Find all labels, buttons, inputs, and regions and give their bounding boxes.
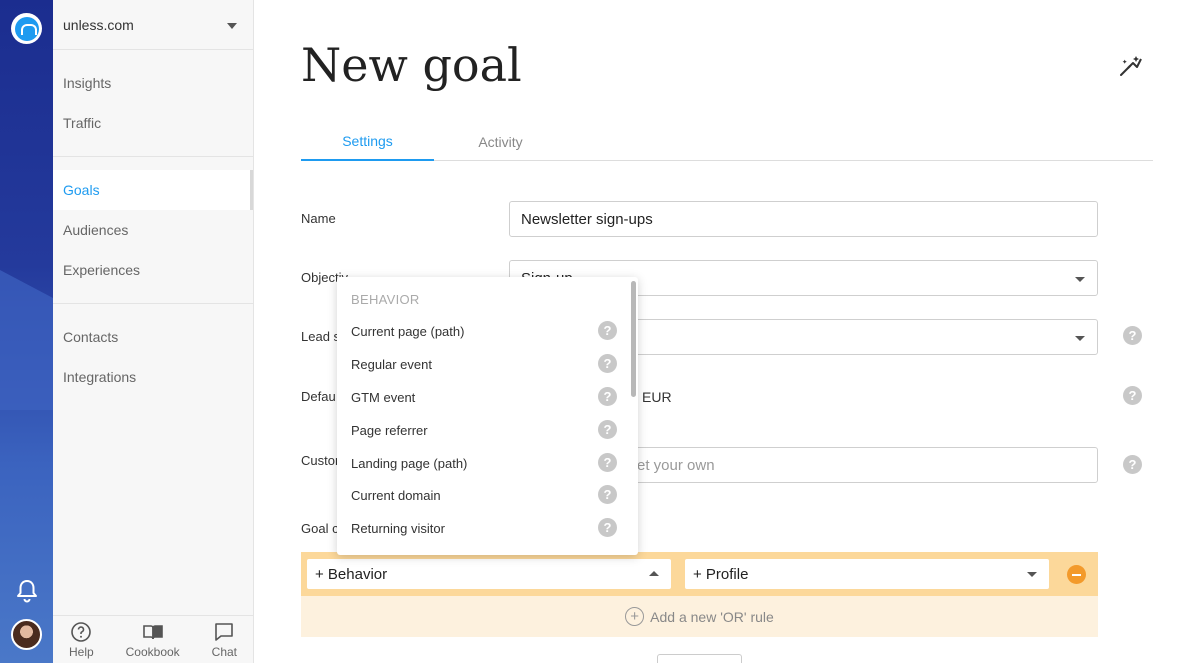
- sidebar-footer: Help Cookbook Chat: [53, 615, 253, 663]
- dropdown-item-regular-event[interactable]: Regular event ?: [351, 354, 617, 374]
- magic-wand-icon[interactable]: [1119, 55, 1143, 77]
- custom-label: Custor: [301, 453, 340, 468]
- dropdown-item-label: Current domain: [351, 487, 441, 503]
- avatar[interactable]: [11, 619, 42, 650]
- sidebar-item-integrations[interactable]: Integrations: [53, 357, 253, 397]
- dropdown-item-landing-page[interactable]: Landing page (path) ?: [351, 453, 617, 473]
- nav-group-analytics: Insights Traffic: [53, 50, 253, 157]
- lead-score-label: Lead s: [301, 329, 341, 344]
- name-label: Name: [301, 211, 336, 226]
- help-icon[interactable]: ?: [1123, 455, 1142, 474]
- dropdown-item-label: Returning visitor: [351, 520, 445, 536]
- nav-group-data: Contacts Integrations: [53, 304, 253, 410]
- rail-decoration: [0, 270, 53, 410]
- help-icon[interactable]: ?: [598, 518, 617, 537]
- profile-select[interactable]: + Profile: [685, 559, 1049, 589]
- help-icon[interactable]: ?: [598, 321, 617, 340]
- add-or-rule-label: Add a new 'OR' rule: [650, 608, 774, 625]
- help-icon[interactable]: ?: [1123, 386, 1142, 405]
- name-value: Newsletter sign-ups: [521, 210, 653, 228]
- behavior-select[interactable]: + Behavior: [307, 559, 671, 589]
- sidebar: unless.com Insights Traffic Goals Audien…: [53, 0, 254, 663]
- dropdown-item-current-page[interactable]: Current page (path) ?: [351, 321, 617, 341]
- plus-circle-icon: +: [625, 607, 645, 626]
- help-label: Help: [68, 644, 94, 659]
- dropdown-item-label: Page referrer: [351, 422, 428, 438]
- name-field[interactable]: Newsletter sign-ups: [509, 201, 1098, 237]
- dropdown-item-label: GTM event: [351, 389, 416, 405]
- chevron-up-icon: [649, 571, 659, 576]
- app-rail: [0, 0, 53, 663]
- dropdown-item-gtm-event[interactable]: GTM event ?: [351, 387, 617, 407]
- help-icon: [71, 621, 92, 642]
- cookbook-button[interactable]: Cookbook: [126, 621, 180, 659]
- dropdown-header: BEHAVIOR: [351, 292, 420, 307]
- chat-button[interactable]: Chat: [212, 621, 237, 659]
- dropdown-item-label: Regular event: [351, 356, 432, 372]
- currency-value: EUR: [642, 389, 672, 405]
- book-icon: [142, 624, 163, 639]
- sidebar-item-insights[interactable]: Insights: [53, 63, 253, 103]
- sidebar-item-traffic[interactable]: Traffic: [53, 103, 253, 143]
- tab-settings[interactable]: Settings: [301, 122, 434, 161]
- help-icon[interactable]: ?: [598, 485, 617, 504]
- help-icon[interactable]: ?: [598, 354, 617, 373]
- default-value-label: Defau: [301, 389, 336, 404]
- chevron-down-icon: [227, 23, 237, 29]
- help-icon[interactable]: ?: [598, 453, 617, 472]
- dropdown-item-label: Landing page (path): [351, 455, 468, 471]
- sidebar-item-experiences[interactable]: Experiences: [53, 250, 253, 290]
- dropdown-item-label: Current page (path): [351, 323, 465, 339]
- save-button[interactable]: [657, 654, 742, 663]
- tab-bar: Settings Activity: [301, 122, 1153, 161]
- unless-logo-icon[interactable]: [11, 13, 42, 44]
- dropdown-item-page-referrer[interactable]: Page referrer ?: [351, 420, 617, 440]
- bell-icon[interactable]: [15, 578, 39, 604]
- help-icon[interactable]: ?: [598, 387, 617, 406]
- custom-placeholder: et your own: [637, 456, 715, 474]
- behavior-dropdown: BEHAVIOR Current page (path) ? Regular e…: [337, 277, 638, 555]
- cookbook-label: Cookbook: [125, 644, 180, 659]
- site-selector[interactable]: unless.com: [53, 0, 253, 50]
- page-title: New goal: [301, 38, 522, 92]
- dropdown-item-current-domain[interactable]: Current domain ?: [351, 485, 617, 505]
- nav-group-personalization: Goals Audiences Experiences: [53, 157, 253, 304]
- behavior-select-label: + Behavior: [315, 565, 388, 583]
- sidebar-item-audiences[interactable]: Audiences: [53, 210, 253, 250]
- remove-rule-button[interactable]: [1067, 565, 1086, 584]
- sidebar-item-contacts[interactable]: Contacts: [53, 317, 253, 357]
- help-icon[interactable]: ?: [598, 420, 617, 439]
- goal-conditions-label: Goal c: [301, 521, 339, 536]
- chevron-down-icon: [1027, 572, 1037, 577]
- chevron-down-icon: [1075, 277, 1085, 282]
- profile-select-label: + Profile: [693, 565, 749, 583]
- add-or-rule-button[interactable]: + Add a new 'OR' rule: [301, 596, 1098, 637]
- rule-row: + Behavior + Profile: [301, 552, 1098, 596]
- dropdown-scrollbar[interactable]: [631, 281, 636, 397]
- help-button[interactable]: Help: [69, 621, 94, 659]
- chevron-down-icon: [1075, 336, 1085, 341]
- sidebar-item-goals[interactable]: Goals: [53, 170, 253, 210]
- tab-activity[interactable]: Activity: [434, 122, 567, 161]
- chat-label: Chat: [211, 644, 238, 659]
- dropdown-item-returning-visitor[interactable]: Returning visitor ?: [351, 518, 617, 538]
- site-name: unless.com: [63, 16, 134, 33]
- chat-icon: [215, 622, 234, 641]
- help-icon[interactable]: ?: [1123, 326, 1142, 345]
